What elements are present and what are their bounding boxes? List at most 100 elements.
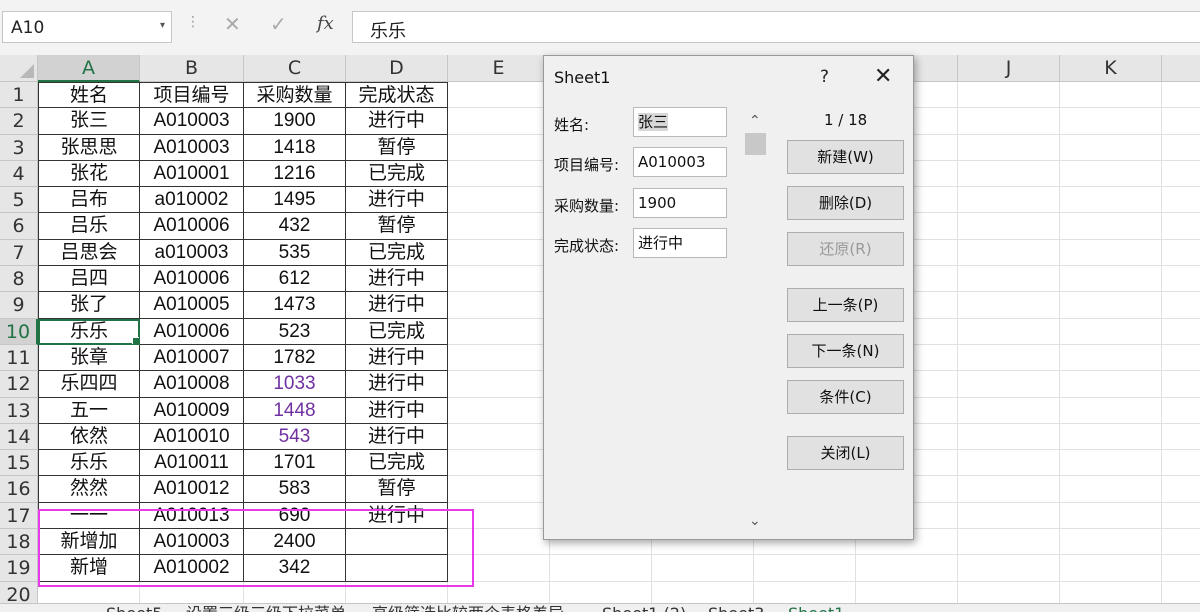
grid-cell[interactable] (448, 266, 550, 293)
grid-cell[interactable] (1060, 108, 1162, 135)
header-cell[interactable]: 姓名 (38, 82, 140, 109)
grid-cell[interactable]: 1782 (244, 344, 346, 372)
grid-cell[interactable]: 乐乐 (38, 318, 140, 345)
column-header[interactable]: J (958, 55, 1060, 82)
grid-cell[interactable] (1060, 344, 1162, 372)
grid-cell[interactable] (958, 160, 1060, 188)
grid-cell[interactable] (1060, 397, 1162, 424)
grid-cell[interactable]: 1033 (244, 371, 346, 398)
grid-cell[interactable] (958, 529, 1060, 556)
grid-cell[interactable] (1162, 135, 1200, 161)
chevron-up-icon[interactable]: ⌃ (749, 113, 761, 129)
grid-cell[interactable] (448, 187, 550, 214)
restore-button[interactable]: 还原(R) (787, 232, 904, 266)
grid-cell[interactable] (1060, 476, 1162, 503)
grid-cell[interactable] (1162, 398, 1200, 424)
grid-cell[interactable]: 吕乐 (38, 213, 140, 240)
row-header[interactable]: 15 (0, 450, 38, 477)
grid-cell[interactable]: 进行中 (346, 292, 448, 319)
row-header[interactable]: 17 (0, 502, 38, 530)
grid-cell[interactable] (448, 160, 550, 188)
grid-cell[interactable]: 1495 (244, 187, 346, 214)
grid-cell[interactable] (448, 344, 550, 372)
header-cell[interactable] (1060, 82, 1162, 109)
row-header[interactable]: 19 (0, 555, 38, 582)
grid-cell[interactable] (958, 266, 1060, 293)
grid-cell[interactable] (1060, 292, 1162, 319)
grid-cell[interactable] (1060, 450, 1162, 477)
grid-cell[interactable]: 张花 (38, 160, 140, 188)
grid-cell[interactable] (1060, 318, 1162, 345)
column-header[interactable]: K (1060, 55, 1162, 82)
grid-cell[interactable]: 吕布 (38, 187, 140, 214)
grid-cell[interactable]: 已完成 (346, 239, 448, 267)
grid-cell[interactable]: 已完成 (346, 450, 448, 477)
grid-cell[interactable]: A010001 (140, 160, 244, 188)
grid-cell[interactable]: 523 (244, 318, 346, 345)
grid-cell[interactable]: A010005 (140, 292, 244, 319)
grid-cell[interactable]: 535 (244, 239, 346, 267)
row-header[interactable]: 10 (0, 318, 38, 345)
grid-cell[interactable]: A010007 (140, 344, 244, 372)
grid-cell[interactable] (448, 502, 550, 530)
sheet-tab[interactable]: 设置三级三级下拉菜单 (186, 605, 346, 612)
grid-cell[interactable] (448, 423, 550, 451)
grid-cell[interactable] (958, 108, 1060, 135)
grid-cell[interactable] (448, 555, 550, 582)
grid-cell[interactable] (1060, 213, 1162, 240)
grid-cell[interactable]: 543 (244, 423, 346, 451)
grid-cell[interactable]: 新增 (38, 555, 140, 582)
grid-cell[interactable]: 已完成 (346, 318, 448, 345)
new-button[interactable]: 新建(W) (787, 140, 904, 174)
grid-cell[interactable]: A010012 (140, 476, 244, 503)
grid-cell[interactable]: 1448 (244, 397, 346, 424)
grid-cell[interactable] (448, 108, 550, 135)
grid-cell[interactable]: 吕四 (38, 266, 140, 293)
grid-cell[interactable]: A010009 (140, 397, 244, 424)
grid-cell[interactable]: A010010 (140, 423, 244, 451)
row-header[interactable]: 9 (0, 292, 38, 319)
grid-cell[interactable]: a010003 (140, 239, 244, 267)
grid-cell[interactable] (1162, 161, 1200, 188)
column-header[interactable]: A (38, 55, 140, 82)
column-header[interactable]: E (448, 55, 550, 82)
grid-cell[interactable] (958, 423, 1060, 451)
grid-cell[interactable] (1060, 187, 1162, 214)
grid-cell[interactable] (958, 187, 1060, 214)
grid-cell[interactable] (550, 555, 652, 582)
grid-cell[interactable]: 342 (244, 555, 346, 582)
criteria-button[interactable]: 条件(C) (787, 380, 904, 414)
grid-cell[interactable]: 五一 (38, 397, 140, 424)
grid-cell[interactable] (448, 450, 550, 477)
grid-cell[interactable]: 进行中 (346, 502, 448, 530)
grid-cell[interactable] (958, 397, 1060, 424)
grid-cell[interactable] (1060, 502, 1162, 530)
name-box[interactable]: A10 ▾ (2, 11, 172, 43)
grid-cell[interactable]: A010008 (140, 371, 244, 398)
grid-cell[interactable] (1162, 266, 1200, 293)
previous-button[interactable]: 上一条(P) (787, 288, 904, 322)
grid-cell[interactable]: 乐四四 (38, 371, 140, 398)
record-scrollbar[interactable]: ⌃ ⌄ (743, 113, 769, 531)
grid-cell[interactable]: A010002 (140, 555, 244, 582)
row-header[interactable]: 4 (0, 160, 38, 188)
grid-cell[interactable] (1162, 319, 1200, 345)
grid-cell[interactable] (346, 555, 448, 582)
column-header[interactable]: D (346, 55, 448, 82)
grid-cell[interactable]: A010003 (140, 134, 244, 161)
grid-cell[interactable] (448, 476, 550, 503)
grid-cell[interactable] (754, 555, 856, 582)
sheet-tab[interactable]: Sheet5 (106, 605, 162, 612)
grid-cell[interactable]: A010003 (140, 529, 244, 556)
grid-cell[interactable] (1060, 160, 1162, 188)
grid-cell[interactable]: 张三 (38, 108, 140, 135)
field-input-status[interactable]: 进行中 (633, 228, 727, 258)
sheet-tab[interactable]: 高级筛选比较两个表格差异 (372, 605, 564, 612)
grid-cell[interactable] (448, 292, 550, 319)
header-cell[interactable] (958, 82, 1060, 109)
grid-cell[interactable] (958, 476, 1060, 503)
grid-cell[interactable] (448, 134, 550, 161)
grid-cell[interactable] (958, 450, 1060, 477)
grid-cell[interactable]: 暂停 (346, 213, 448, 240)
grid-cell[interactable] (1162, 529, 1200, 556)
